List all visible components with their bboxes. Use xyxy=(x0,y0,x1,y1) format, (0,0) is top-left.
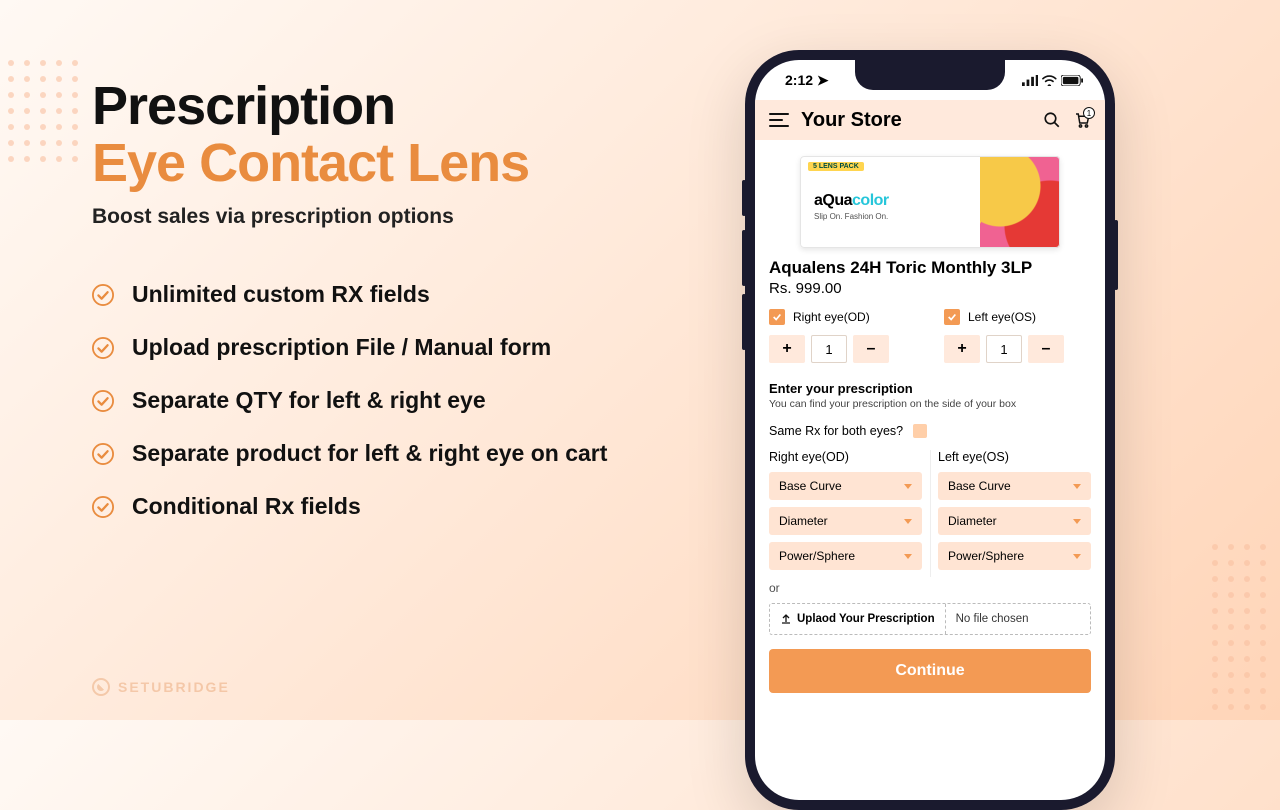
right-eye-checkbox[interactable] xyxy=(769,309,785,325)
store-header: Your Store 1 xyxy=(755,100,1105,140)
check-icon xyxy=(92,496,114,518)
dropdown-icon xyxy=(1073,484,1081,489)
rx-left-heading: Left eye(OS) xyxy=(938,450,1091,464)
phone-volume-up xyxy=(742,230,746,286)
store-title: Your Store xyxy=(801,109,1031,132)
decor-dots-top-left xyxy=(8,60,78,162)
diameter-select[interactable]: Diameter xyxy=(769,507,922,535)
signal-icon xyxy=(1022,75,1039,86)
menu-icon[interactable] xyxy=(769,113,789,127)
right-eye-label: Right eye(OD) xyxy=(793,310,870,324)
battery-icon xyxy=(1061,75,1083,86)
cart-badge: 1 xyxy=(1083,107,1095,119)
brand-name: SETUBRIDGE xyxy=(118,679,230,695)
dropdown-icon xyxy=(904,519,912,524)
dropdown-icon xyxy=(1073,519,1081,524)
product-price: Rs. 999.00 xyxy=(769,280,1091,297)
phone-power-button xyxy=(1114,220,1118,290)
eye-selection-row: Right eye(OD) + 1 – Left eye(OS) + xyxy=(769,309,1091,363)
rx-section-subtitle: You can find your prescription on the si… xyxy=(769,398,1091,410)
check-icon xyxy=(92,390,114,412)
feature-item: Unlimited custom RX fields xyxy=(92,281,672,308)
same-rx-label: Same Rx for both eyes? xyxy=(769,424,903,438)
base-curve-select[interactable]: Base Curve xyxy=(938,472,1091,500)
rx-left-column: Left eye(OS) Base Curve Diameter Power/S… xyxy=(930,450,1091,577)
product-image-brand: aQuacolor xyxy=(814,192,889,210)
brand-footer: SETUBRIDGE xyxy=(92,678,230,696)
rx-right-heading: Right eye(OD) xyxy=(769,450,922,464)
upload-button[interactable]: Uplaod Your Prescription xyxy=(770,604,946,634)
right-eye-qty: + 1 – xyxy=(769,335,916,363)
phone-notch xyxy=(855,60,1005,90)
feature-label: Separate product for left & right eye on… xyxy=(132,440,607,467)
decor-dots-bottom-right xyxy=(1212,544,1266,710)
feature-item: Conditional Rx fields xyxy=(92,493,672,520)
left-eye-label: Left eye(OS) xyxy=(968,310,1036,324)
feature-label: Upload prescription File / Manual form xyxy=(132,334,551,361)
left-eye-qty: + 1 – xyxy=(944,335,1091,363)
power-select[interactable]: Power/Sphere xyxy=(769,542,922,570)
no-file-label: No file chosen xyxy=(946,613,1039,625)
product-image: 5 LENS PACK aQuacolor Slip On. Fashion O… xyxy=(800,156,1060,248)
feature-label: Unlimited custom RX fields xyxy=(132,281,430,308)
feature-list: Unlimited custom RX fields Upload prescr… xyxy=(92,281,672,520)
wifi-icon xyxy=(1042,75,1057,86)
right-eye-checkbox-row: Right eye(OD) xyxy=(769,309,916,325)
dropdown-icon xyxy=(904,554,912,559)
base-curve-select[interactable]: Base Curve xyxy=(769,472,922,500)
qty-minus-button[interactable]: – xyxy=(1028,335,1064,363)
phone-screen: 2:12 ➤ Your Store 1 5 LENS PACK aQuacolo… xyxy=(755,60,1105,800)
power-select[interactable]: Power/Sphere xyxy=(938,542,1091,570)
left-eye-checkbox-row: Left eye(OS) xyxy=(944,309,1091,325)
hero-title-line1: Prescription xyxy=(92,78,672,135)
dropdown-icon xyxy=(904,484,912,489)
qty-plus-button[interactable]: + xyxy=(944,335,980,363)
qty-plus-button[interactable]: + xyxy=(769,335,805,363)
feature-item: Separate QTY for left & right eye xyxy=(92,387,672,414)
right-eye-column: Right eye(OD) + 1 – xyxy=(769,309,916,363)
product-image-tagline: Slip On. Fashion On. xyxy=(814,212,888,221)
or-label: or xyxy=(769,581,1091,595)
hero-title-line2: Eye Contact Lens xyxy=(92,135,672,192)
left-eye-checkbox[interactable] xyxy=(944,309,960,325)
brand-logo-icon xyxy=(92,678,110,696)
feature-label: Separate QTY for left & right eye xyxy=(132,387,486,414)
dropdown-icon xyxy=(1073,554,1081,559)
upload-button-label: Uplaod Your Prescription xyxy=(797,613,935,625)
check-icon xyxy=(92,337,114,359)
check-icon xyxy=(92,443,114,465)
phone-mockup: 2:12 ➤ Your Store 1 5 LENS PACK aQuacolo… xyxy=(745,50,1115,810)
cart-icon[interactable]: 1 xyxy=(1073,111,1091,129)
upload-icon xyxy=(780,613,792,625)
feature-item: Separate product for left & right eye on… xyxy=(92,440,672,467)
phone-volume-down xyxy=(742,294,746,350)
qty-value: 1 xyxy=(811,335,847,363)
rx-right-column: Right eye(OD) Base Curve Diameter Power/… xyxy=(769,450,930,577)
product-page: 5 LENS PACK aQuacolor Slip On. Fashion O… xyxy=(755,140,1105,703)
search-icon[interactable] xyxy=(1043,111,1061,129)
feature-item: Upload prescription File / Manual form xyxy=(92,334,672,361)
status-time: 2:12 ➤ xyxy=(785,72,829,89)
product-image-badge: 5 LENS PACK xyxy=(808,162,864,171)
hero-subtitle: Boost sales via prescription options xyxy=(92,205,672,229)
qty-minus-button[interactable]: – xyxy=(853,335,889,363)
upload-row: Uplaod Your Prescription No file chosen xyxy=(769,603,1091,635)
qty-value: 1 xyxy=(986,335,1022,363)
location-icon: ➤ xyxy=(817,72,829,88)
feature-label: Conditional Rx fields xyxy=(132,493,361,520)
check-icon xyxy=(92,284,114,306)
same-rx-checkbox[interactable] xyxy=(913,424,927,438)
same-rx-row: Same Rx for both eyes? xyxy=(769,424,1091,438)
continue-button[interactable]: Continue xyxy=(769,649,1091,693)
rx-section-title: Enter your prescription xyxy=(769,381,1091,396)
hero-section: Prescription Eye Contact Lens Boost sale… xyxy=(92,78,672,546)
phone-mute-switch xyxy=(742,180,746,216)
product-title: Aqualens 24H Toric Monthly 3LP xyxy=(769,258,1091,278)
rx-columns: Right eye(OD) Base Curve Diameter Power/… xyxy=(769,450,1091,577)
diameter-select[interactable]: Diameter xyxy=(938,507,1091,535)
left-eye-column: Left eye(OS) + 1 – xyxy=(944,309,1091,363)
